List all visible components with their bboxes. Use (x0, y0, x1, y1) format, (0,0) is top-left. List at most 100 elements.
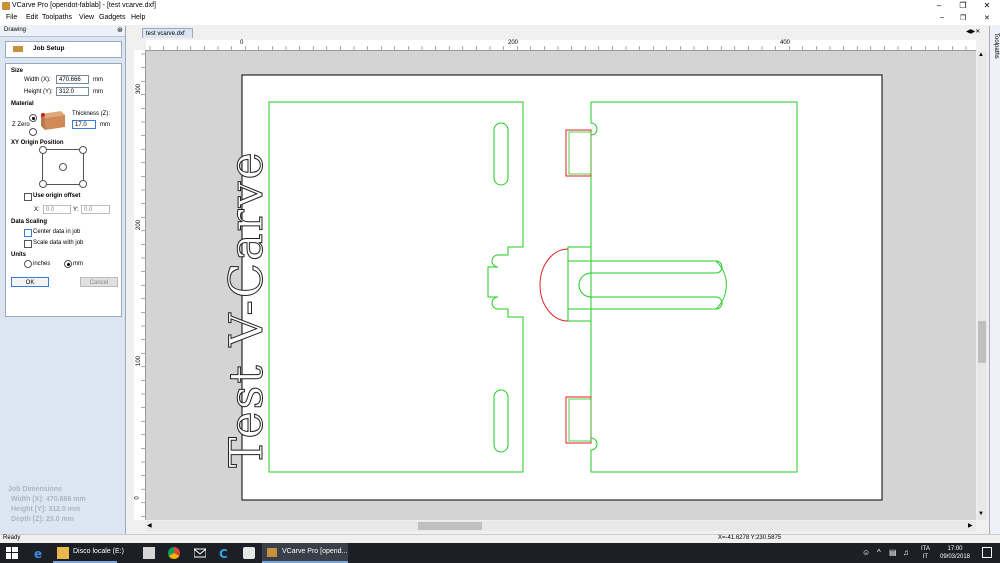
thickness-label: Thickness (Z): (72, 111, 111, 117)
zzero-label: Z Zero (12, 122, 30, 128)
close-button[interactable]: ✕ (976, 0, 998, 12)
clock-time: 17:00 (947, 546, 963, 552)
network-icon[interactable]: ▤ (889, 548, 897, 557)
data-scaling-heading: Data Scaling (11, 219, 48, 225)
app-icon (2, 2, 10, 10)
edge-icon[interactable]: e (33, 547, 45, 561)
horizontal-scrollbar[interactable]: ◀ ▶ (146, 521, 976, 531)
offset-y-label: Y: (73, 207, 79, 213)
windows-start-icon[interactable] (6, 547, 18, 559)
height-input[interactable]: 312.0 (56, 87, 89, 96)
units-mm-radio[interactable] (64, 260, 72, 268)
vcarve-task-icon (267, 548, 277, 557)
file-explorer-icon[interactable] (57, 547, 69, 559)
menu-help[interactable]: Help (131, 14, 145, 21)
show-hidden-icons-icon[interactable]: ^ (877, 548, 881, 557)
toolpaths-side-tab[interactable]: Toolpaths (989, 26, 1000, 534)
drawing-panel: Drawing ⊛ Job Setup Size Width (X): 470.… (0, 26, 126, 534)
origin-center-radio[interactable] (59, 163, 67, 171)
menu-view[interactable]: View (79, 14, 94, 21)
horizontal-scroll-thumb[interactable] (418, 522, 482, 530)
size-heading: Size (11, 68, 24, 74)
origin-bottom-left-radio[interactable] (39, 180, 47, 188)
width-label: Width (X): (24, 77, 51, 83)
volume-icon[interactable]: ♫ (903, 548, 909, 557)
units-inches-radio[interactable] (24, 260, 32, 268)
origin-top-left-radio[interactable] (39, 146, 47, 154)
minimize-button[interactable]: – (928, 0, 950, 12)
status-text: Ready (3, 535, 21, 541)
notification-icon[interactable] (982, 547, 992, 558)
job-dim-width: Width [X]: 470.666 mm (11, 496, 86, 503)
scroll-up-icon[interactable]: ▲ (978, 52, 984, 58)
scale-data-label: Scale data with job (33, 240, 84, 246)
vruler-label-300: 300 (136, 83, 143, 95)
offset-y-input[interactable]: 0.0 (81, 205, 110, 214)
menu-file[interactable]: File (6, 14, 17, 21)
height-label: Height (Y): (24, 89, 53, 95)
menu-edit[interactable]: Edit (26, 14, 38, 21)
mdi-restore-icon[interactable]: ❐ (960, 14, 966, 22)
explorer-task-label[interactable]: Disco locale (E:) (73, 548, 124, 555)
vcarve-task-label: VCarve Pro [opend... (282, 548, 348, 555)
vcarve-task-button[interactable]: VCarve Pro [opend... (262, 543, 348, 563)
document-tab[interactable]: test vcarve.dxf (142, 28, 193, 38)
height-unit: mm (93, 89, 103, 95)
scroll-left-icon[interactable]: ◀ (147, 522, 152, 529)
job-dimensions: Job Dimensions Width [X]: 470.666 mm Hei… (8, 485, 86, 525)
window-title: VCarve Pro [opendot-fablab] - [test vcar… (12, 2, 156, 9)
origin-bottom-right-radio[interactable] (79, 180, 87, 188)
clock[interactable]: 17:00 09/03/2018 (936, 545, 974, 561)
taskbar: e Disco locale (E:) C VCarve Pro [opend.… (0, 543, 1000, 563)
job-setup-title: Job Setup (33, 45, 65, 52)
job-setup-header[interactable]: Job Setup (5, 41, 122, 58)
job-dim-depth: Depth [Z]: 25.0 mm (11, 516, 75, 523)
width-input[interactable]: 470.666 (56, 75, 89, 84)
settings-app-icon[interactable] (243, 547, 255, 559)
material-heading: Material (11, 101, 34, 107)
thickness-unit: mm (100, 122, 110, 128)
scale-data-checkbox[interactable] (24, 240, 32, 248)
tab-nav-icons[interactable]: ◀▶✕ (966, 28, 980, 35)
panel-title: Drawing (4, 27, 27, 33)
vruler-label-100: 100 (136, 355, 143, 367)
people-icon[interactable]: ☺ (862, 548, 870, 557)
use-origin-offset-checkbox[interactable] (24, 193, 32, 201)
ok-button[interactable]: OK (11, 277, 49, 287)
restore-button[interactable]: ❐ (952, 0, 974, 12)
job-dim-height: Height [Y]: 312.0 mm (11, 506, 81, 513)
cortana-c-icon[interactable]: C (219, 547, 231, 561)
scroll-down-icon[interactable]: ▼ (978, 511, 984, 517)
zzero-top-radio[interactable] (29, 114, 37, 122)
cancel-button[interactable]: Cancel (80, 277, 118, 287)
mdi-minimize-icon[interactable]: – (940, 14, 944, 21)
panel-header: Drawing ⊛ (0, 26, 125, 37)
units-inches-label: inches (33, 261, 51, 267)
clock-date: 09/03/2018 (939, 554, 971, 560)
scroll-right-icon[interactable]: ▶ (968, 522, 973, 529)
mdi-close-icon[interactable]: ✕ (984, 14, 990, 22)
pin-icon[interactable]: ⊛ (117, 26, 123, 34)
vertical-scrollbar[interactable]: ▲ ▼ (977, 51, 987, 520)
center-data-checkbox[interactable] (24, 229, 32, 237)
width-unit: mm (93, 77, 103, 83)
svg-text:C: C (219, 547, 228, 559)
svg-text:e: e (34, 547, 42, 559)
vertical-ruler: 300 200 100 0 (134, 50, 146, 520)
input-language[interactable]: ITA IT (921, 545, 930, 561)
store-icon[interactable] (143, 547, 155, 559)
menu-toolpaths[interactable]: Toolpaths (42, 14, 72, 21)
thickness-input[interactable]: 17.0 (72, 120, 96, 129)
offset-x-label: X: (34, 207, 40, 213)
drawing-canvas[interactable]: Test V-Carve (146, 51, 976, 520)
mail-icon[interactable] (193, 547, 207, 559)
vruler-label-0: 0 (134, 496, 141, 500)
origin-top-right-radio[interactable] (79, 146, 87, 154)
xy-origin-heading: XY Origin Position (11, 140, 64, 146)
menu-gadgets[interactable]: Gadgets (99, 14, 125, 21)
zzero-bottom-radio[interactable] (29, 128, 37, 136)
offset-x-input[interactable]: 0.0 (43, 205, 71, 214)
vertical-scroll-thumb[interactable] (978, 321, 986, 363)
job-setup-icon (13, 46, 23, 52)
chrome-icon[interactable] (168, 547, 180, 559)
